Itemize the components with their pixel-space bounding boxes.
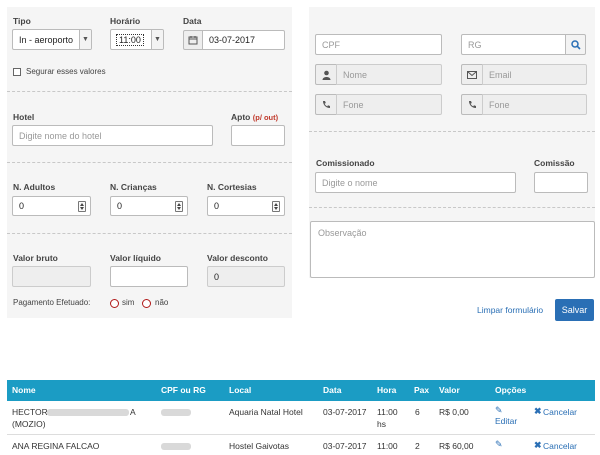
horario-value: 11:00 <box>116 33 144 46</box>
cortesias-stepper[interactable]: 0 <box>207 196 285 216</box>
criancas-value: 0 <box>117 201 123 211</box>
divider <box>7 233 292 234</box>
row2-local: Hostel Gaivotas <box>229 441 289 451</box>
segurar-label: Segurar esses valores <box>26 67 106 76</box>
col-valor: Valor <box>439 385 460 395</box>
tipo-select[interactable]: In - aeroporto ▼ <box>12 29 92 50</box>
row1-pax: 6 <box>415 407 420 417</box>
cortesias-value: 0 <box>214 201 220 211</box>
comissao-label: Comissão <box>534 158 575 168</box>
row1-nome-line2: (MOZIO) <box>12 419 46 429</box>
cortesias-label: N. Cortesias <box>207 182 257 192</box>
envelope-icon <box>461 64 483 85</box>
observacao-textarea[interactable]: Observação <box>310 221 595 278</box>
row2-valor: R$ 60,00 <box>439 441 474 451</box>
pagamento-sim-label: sim <box>122 298 135 307</box>
col-cpf: CPF ou RG <box>161 385 206 395</box>
segurar-checkbox[interactable] <box>13 68 21 76</box>
adultos-value: 0 <box>19 201 25 211</box>
pagamento-nao-label: não <box>155 298 169 307</box>
phone-icon <box>461 94 483 115</box>
user-icon <box>315 64 337 85</box>
chevron-down-icon: ▼ <box>151 30 163 49</box>
row2-data: 03-07-2017 <box>323 441 367 451</box>
times-icon[interactable]: ✖ <box>534 406 542 417</box>
col-pax: Pax <box>414 385 430 395</box>
col-hora: Hora <box>377 385 397 395</box>
valor-bruto-label: Valor bruto <box>13 253 58 263</box>
pagamento-nao-radio[interactable] <box>142 299 151 308</box>
data-label: Data <box>183 16 202 26</box>
col-opcoes: Opções <box>495 385 527 395</box>
tipo-label: Tipo <box>13 16 31 26</box>
pencil-icon[interactable]: ✎ <box>495 405 503 416</box>
valor-desconto-label: Valor desconto <box>207 253 268 263</box>
fone1-input[interactable]: Fone <box>336 94 442 115</box>
hotel-input[interactable]: Digite nome do hotel <box>12 125 213 146</box>
calendar-icon[interactable] <box>183 30 203 50</box>
row1-local: Aquaria Natal Hotel <box>229 407 303 417</box>
criancas-label: N. Crianças <box>110 182 157 192</box>
divider <box>7 91 292 92</box>
col-data: Data <box>323 385 342 395</box>
spinner-icon[interactable] <box>78 201 86 212</box>
valor-liquido-input[interactable] <box>110 266 188 287</box>
data-input[interactable]: 03-07-2017 <box>202 30 285 50</box>
horario-select[interactable]: 11:00 ▼ <box>110 29 164 50</box>
divider <box>309 131 595 132</box>
adultos-stepper[interactable]: 0 <box>12 196 91 216</box>
row1-nome-end: A <box>130 407 136 417</box>
nome-input[interactable]: Nome <box>336 64 442 85</box>
pencil-icon[interactable]: ✎ <box>495 439 503 450</box>
apto-label: Apto (p/ out) <box>231 112 278 122</box>
apto-hint: (p/ out) <box>252 113 279 122</box>
row1-nome: HECTOR <box>12 407 48 417</box>
adultos-label: N. Adultos <box>13 182 56 192</box>
phone-icon <box>315 94 337 115</box>
limpar-formulario-link[interactable]: Limpar formulário <box>477 305 543 315</box>
search-icon[interactable] <box>565 34 586 55</box>
comissionado-input[interactable]: Digite o nome <box>315 172 516 193</box>
pagamento-sim-radio[interactable] <box>110 299 119 308</box>
apto-input[interactable] <box>231 125 285 146</box>
redacted-cpf <box>161 443 191 450</box>
row2-pax: 2 <box>415 441 420 451</box>
hotel-label: Hotel <box>13 112 35 122</box>
row2-hora: 11:00 <box>377 441 398 451</box>
redacted-text <box>47 409 129 416</box>
redacted-cpf <box>161 409 191 416</box>
editar-link[interactable]: Editar <box>495 416 517 426</box>
fone2-input[interactable]: Fone <box>482 94 587 115</box>
row1-hora-unit: hs <box>377 419 386 429</box>
criancas-stepper[interactable]: 0 <box>110 196 188 216</box>
apto-label-text: Apto <box>231 112 251 122</box>
spinner-icon[interactable] <box>272 201 280 212</box>
rg-input[interactable]: RG <box>461 34 566 55</box>
cpf-input[interactable]: CPF <box>315 34 442 55</box>
divider <box>309 207 595 208</box>
row1-hora: 11:00 <box>377 407 398 417</box>
comissao-input[interactable] <box>534 172 588 193</box>
row1-valor: R$ 0,00 <box>439 407 469 417</box>
col-nome: Nome <box>12 385 36 395</box>
col-local: Local <box>229 385 252 395</box>
email-input[interactable]: Email <box>482 64 587 85</box>
chevron-down-icon: ▼ <box>79 30 91 49</box>
row2-nome: ANA REGINA FALCAO <box>12 441 100 451</box>
tipo-value: In - aeroporto <box>19 34 74 45</box>
valor-bruto-input <box>12 266 91 287</box>
pagamento-label: Pagamento Efetuado: <box>13 298 91 307</box>
row1-data: 03-07-2017 <box>323 407 367 417</box>
horario-label: Horário <box>110 16 141 26</box>
spinner-icon[interactable] <box>175 201 183 212</box>
divider <box>7 162 292 163</box>
comissionado-label: Comissionado <box>316 158 375 168</box>
times-icon[interactable]: ✖ <box>534 440 542 451</box>
valor-desconto-input: 0 <box>207 266 285 287</box>
valor-liquido-label: Valor líquido <box>110 253 162 263</box>
salvar-button[interactable]: Salvar <box>555 299 594 321</box>
cancelar-link[interactable]: Cancelar <box>543 407 577 417</box>
